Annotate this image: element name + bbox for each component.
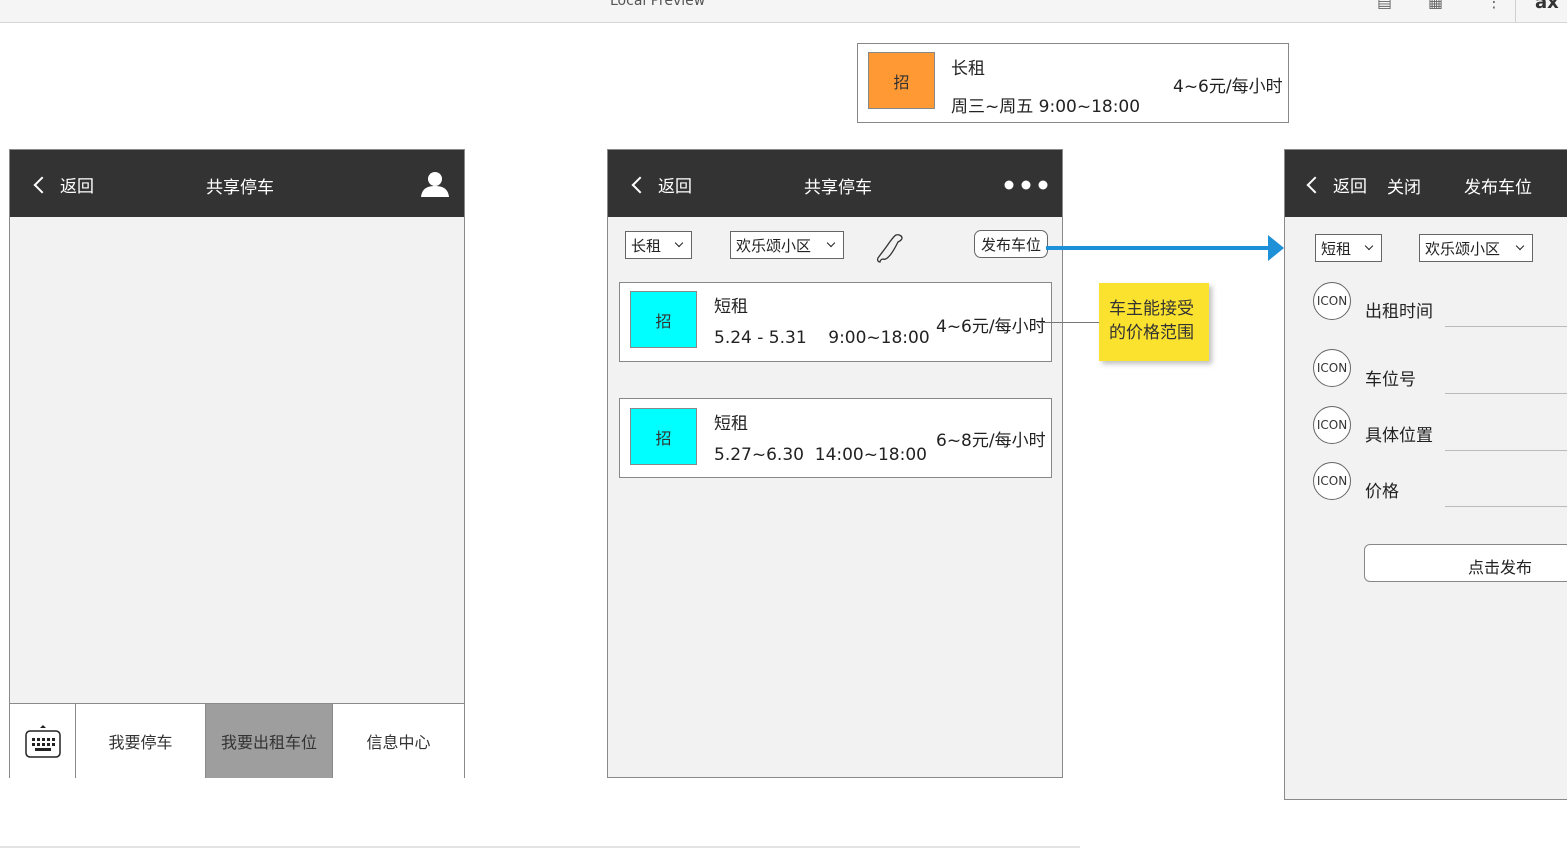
field-label-time: 出租时间 — [1365, 302, 1433, 322]
listing-schedule: 周三~周五 9:00~18:00 — [951, 97, 1141, 117]
chevron-down-icon — [1515, 241, 1525, 251]
browser-title: Local Preview — [610, 0, 706, 9]
location-icon: ICON — [1313, 406, 1351, 444]
chevron-left-icon — [33, 176, 51, 193]
recruit-badge: 招 — [630, 291, 697, 348]
chevron-left-icon — [631, 176, 649, 193]
close-button[interactable]: 关闭 — [1387, 173, 1421, 198]
back-button[interactable]: 返回 — [33, 172, 94, 197]
listing-card[interactable]: 招 短租 5.24 - 5.31 9:00~18:00 4~6元/每小时 — [619, 282, 1052, 362]
recruit-badge: 招 — [868, 52, 935, 109]
community-value: 欢乐颂小区 — [1425, 239, 1501, 258]
annotation-note: 车主能接受 的价格范围 — [1099, 283, 1209, 361]
rent-time-input[interactable] — [1445, 326, 1567, 327]
keyboard-icon — [24, 725, 61, 758]
time-icon: ICON — [1313, 282, 1351, 320]
field-label-spot-number: 车位号 — [1365, 370, 1416, 390]
page-bottom-line — [0, 846, 1080, 848]
more-icon[interactable] — [1004, 180, 1048, 190]
location-input[interactable] — [1445, 450, 1567, 451]
listing-schedule: 5.27~6.30 14:00~18:00 — [714, 445, 927, 465]
axure-logo: ax — [1535, 0, 1559, 13]
listing-type: 长租 — [951, 59, 985, 79]
rent-type-select[interactable]: 短租 — [1315, 234, 1382, 262]
tab-rent-out[interactable]: 我要出租车位 — [206, 704, 333, 778]
back-button[interactable]: 返回 — [631, 172, 692, 197]
tab-park[interactable]: 我要停车 — [76, 704, 206, 778]
toolbar-divider — [1515, 0, 1516, 22]
flow-arrow — [1046, 235, 1284, 261]
page-title: 发布车位 — [1464, 178, 1532, 198]
phone-icon[interactable] — [876, 232, 906, 264]
note-connector — [1040, 322, 1099, 323]
back-button[interactable]: 返回 — [1306, 172, 1367, 197]
page-title: 共享停车 — [206, 178, 274, 198]
listing-type: 短租 — [714, 297, 748, 317]
spot-number-input[interactable] — [1445, 393, 1567, 394]
back-label: 返回 — [1333, 177, 1367, 197]
screen-home: 返回 共享停车 我要停车 我要出租车位 信息中心 — [9, 149, 465, 778]
price-icon: ICON — [1313, 462, 1351, 500]
rent-type-value: 短租 — [1321, 239, 1352, 258]
listing-price: 6~8元/每小时 — [936, 431, 1046, 451]
nav-bar: 返回 共享停车 — [10, 150, 464, 217]
tab-bar: 我要停车 我要出租车位 信息中心 — [10, 703, 464, 778]
screen-publish: 返回 关闭 发布车位 短租 欢乐颂小区 ICON 出租时间 ICON 车位号 I… — [1284, 149, 1567, 800]
rent-type-select[interactable]: 长租 — [625, 231, 692, 259]
spot-number-icon: ICON — [1313, 349, 1351, 387]
listing-price: 4~6元/每小时 — [1173, 77, 1283, 97]
price-input[interactable] — [1445, 506, 1567, 507]
back-label: 返回 — [658, 177, 692, 197]
submit-publish-button[interactable]: 点击发布 — [1364, 544, 1567, 582]
browser-toolbar: Local Preview ▤ ▦ ⋮ ax — [0, 0, 1567, 23]
chevron-down-icon — [826, 238, 836, 248]
field-label-location: 具体位置 — [1365, 426, 1433, 446]
community-select[interactable]: 欢乐颂小区 — [730, 231, 844, 259]
field-label-price: 价格 — [1365, 482, 1399, 502]
community-value: 欢乐颂小区 — [736, 236, 812, 255]
listing-card-long-term[interactable]: 招 长租 周三~周五 9:00~18:00 4~6元/每小时 — [857, 43, 1289, 123]
listing-price: 4~6元/每小时 — [936, 317, 1046, 337]
chevron-left-icon — [1306, 176, 1324, 193]
tab-info-center[interactable]: 信息中心 — [333, 704, 464, 778]
keyboard-tab[interactable] — [10, 704, 76, 778]
rent-type-value: 长租 — [631, 236, 662, 255]
document-icon[interactable]: ▦ — [1428, 0, 1443, 11]
page-title: 共享停车 — [804, 178, 872, 198]
nav-bar: 返回 共享停车 — [608, 150, 1062, 217]
recruit-badge: 招 — [630, 408, 697, 465]
page-icon[interactable]: ▤ — [1377, 0, 1392, 11]
listing-schedule: 5.24 - 5.31 9:00~18:00 — [714, 328, 930, 348]
note-line-1: 车主能接受 — [1109, 299, 1194, 319]
chevron-down-icon — [674, 238, 684, 248]
nav-bar: 返回 关闭 发布车位 — [1285, 150, 1567, 217]
publish-spot-button[interactable]: 发布车位 — [974, 230, 1048, 258]
user-icon[interactable] — [420, 170, 450, 198]
more-vertical-icon[interactable]: ⋮ — [1486, 0, 1502, 11]
screen-listings: 返回 共享停车 长租 欢乐颂小区 发布车位 招 短租 5.24 - 5.31 9… — [607, 149, 1063, 778]
listing-card[interactable]: 招 短租 5.27~6.30 14:00~18:00 6~8元/每小时 — [619, 398, 1052, 478]
community-select[interactable]: 欢乐颂小区 — [1419, 234, 1533, 262]
chevron-down-icon — [1364, 241, 1374, 251]
note-line-2: 的价格范围 — [1109, 323, 1194, 343]
back-label: 返回 — [60, 177, 94, 197]
listing-type: 短租 — [714, 414, 748, 434]
